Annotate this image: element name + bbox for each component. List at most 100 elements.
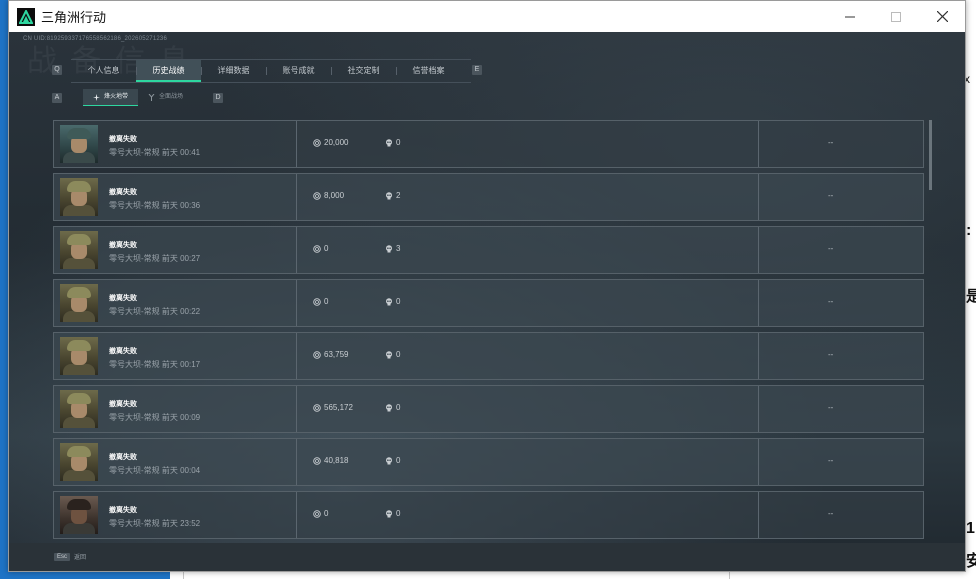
- operator-avatar: [60, 337, 98, 375]
- column-divider: [296, 174, 297, 220]
- tab-personal-info[interactable]: 个人信息: [71, 60, 136, 82]
- back-button[interactable]: Esc 返回: [54, 552, 86, 561]
- kill-count: 0: [396, 138, 401, 147]
- kill-count: 0: [396, 509, 401, 518]
- tab-match-history[interactable]: 历史战绩: [136, 60, 201, 82]
- subtab-hazard-zone[interactable]: 烽火地带: [83, 89, 139, 106]
- operator-avatar: [60, 284, 98, 322]
- title-bar[interactable]: 三角洲行动: [9, 1, 965, 32]
- tab-prev-key[interactable]: Q: [52, 65, 62, 75]
- subtab-next-key[interactable]: D: [213, 93, 223, 103]
- coin-icon: [313, 509, 321, 518]
- window-title: 三角洲行动: [41, 10, 107, 25]
- match-kills: 2: [385, 191, 400, 200]
- operator-avatar: [60, 443, 98, 481]
- footer-bar: Esc 返回: [9, 543, 965, 571]
- desktop-text-fragment: 1: [966, 520, 975, 537]
- subtab-battlefield[interactable]: 全面战场: [138, 89, 193, 106]
- match-extra: --: [828, 509, 834, 518]
- match-extra: --: [828, 350, 834, 359]
- maximize-button[interactable]: [873, 1, 919, 32]
- tab-next-key[interactable]: E: [472, 65, 482, 75]
- match-row[interactable]: 撤离失败 零号大坝-常规 前天 00:09 565,172 0 --: [53, 385, 924, 433]
- match-kills: 0: [385, 456, 400, 465]
- match-result: 撤离失败: [109, 507, 137, 514]
- skull-icon: [386, 403, 392, 411]
- desktop-text-fragment: :: [966, 222, 972, 239]
- match-value: 40,818: [313, 456, 348, 465]
- match-map-time: 零号大坝-常规 前天 23:52: [109, 519, 201, 528]
- mode-subtabs: 烽火地带 全面战场: [83, 89, 193, 106]
- match-extra: --: [828, 244, 834, 253]
- column-divider: [758, 227, 759, 273]
- coin-icon: [313, 191, 321, 200]
- match-extra: --: [828, 138, 834, 147]
- match-result: 撤离失败: [109, 401, 137, 408]
- esc-keycap: Esc: [54, 552, 71, 561]
- coin-value: 0: [324, 297, 329, 306]
- minimize-button[interactable]: [827, 1, 873, 32]
- minimize-icon: [845, 16, 855, 17]
- kill-count: 0: [396, 297, 401, 306]
- match-extra: --: [828, 297, 834, 306]
- desktop-divider: [729, 571, 730, 579]
- tab-detailed-stats[interactable]: 详细数据: [201, 60, 266, 82]
- match-value: 8,000: [313, 191, 344, 200]
- match-kills: 0: [385, 403, 400, 412]
- maximize-icon: [891, 11, 901, 22]
- coin-value: 0: [324, 244, 329, 253]
- app-logo-icon: [17, 7, 35, 26]
- close-button[interactable]: [919, 1, 965, 32]
- match-map-time: 零号大坝-常规 前天 00:04: [109, 466, 201, 475]
- match-history-list[interactable]: 撤离失败 零号大坝-常规 前天 00:41 20,000 0 -- 撤离失败 零号大坝-常规…: [53, 120, 929, 546]
- kill-count: 0: [396, 403, 401, 412]
- match-row[interactable]: 撤离失败 零号大坝-常规 前天 00:04 40,818 0 --: [53, 438, 924, 486]
- column-divider: [758, 121, 759, 167]
- match-row[interactable]: 撤离失败 零号大坝-常规 前天 00:36 8,000 2 --: [53, 173, 924, 221]
- tab-achievements[interactable]: 账号成就: [266, 60, 331, 82]
- match-row[interactable]: 撤离失败零号大坝-常规 前天 23:52 0 0 --: [53, 491, 924, 539]
- operator-avatar: [60, 125, 98, 163]
- coin-value: 565,172: [324, 403, 353, 412]
- column-divider: [758, 333, 759, 379]
- match-result: 撤离失败: [109, 242, 137, 249]
- column-divider: [758, 280, 759, 326]
- skull-icon: [386, 456, 392, 464]
- match-result: 撤离失败: [109, 454, 137, 461]
- match-value: 0: [313, 509, 328, 518]
- column-divider: [296, 280, 297, 326]
- coin-icon: [313, 403, 321, 412]
- hazard-icon: [93, 93, 100, 101]
- desktop-text-fragment: 安: [966, 553, 976, 570]
- skull-icon: [386, 244, 392, 252]
- tab-reputation[interactable]: 信誉档案: [396, 60, 461, 82]
- match-row[interactable]: 撤离失败零号大坝-常规 前天 00:27 0 3 --: [53, 226, 924, 274]
- match-row[interactable]: 撤离失败 零号大坝-常规 前天 00:17 63,759 0 --: [53, 332, 924, 380]
- coin-value: 63,759: [324, 350, 349, 359]
- subtab-prev-key[interactable]: A: [52, 93, 62, 103]
- match-kills: 0: [385, 297, 400, 306]
- column-divider: [758, 174, 759, 220]
- kill-count: 0: [396, 456, 401, 465]
- column-divider: [296, 121, 297, 167]
- list-scrollbar[interactable]: [929, 120, 932, 190]
- match-value: 0: [313, 297, 328, 306]
- kill-count: 0: [396, 350, 401, 359]
- column-divider: [296, 492, 297, 538]
- coin-value: 0: [324, 509, 329, 518]
- match-map-time: 零号大坝-常规 前天 00:27: [109, 254, 201, 263]
- match-extra: --: [828, 191, 834, 200]
- tab-social-custom[interactable]: 社交定制: [331, 60, 396, 82]
- column-divider: [296, 227, 297, 273]
- match-kills: 3: [385, 244, 400, 253]
- match-row[interactable]: 撤离失败 零号大坝-常规 前天 00:22 0 0 --: [53, 279, 924, 327]
- operator-avatar: [60, 231, 98, 269]
- column-divider: [758, 386, 759, 432]
- match-row[interactable]: 撤离失败 零号大坝-常规 前天 00:41 20,000 0 --: [53, 120, 924, 168]
- operator-avatar: [60, 178, 98, 216]
- skull-icon: [386, 509, 392, 517]
- match-map-time: 零号大坝-常规 前天 00:41: [109, 148, 201, 157]
- match-kills: 0: [385, 509, 400, 518]
- coin-icon: [313, 138, 321, 147]
- kill-count: 3: [396, 244, 401, 253]
